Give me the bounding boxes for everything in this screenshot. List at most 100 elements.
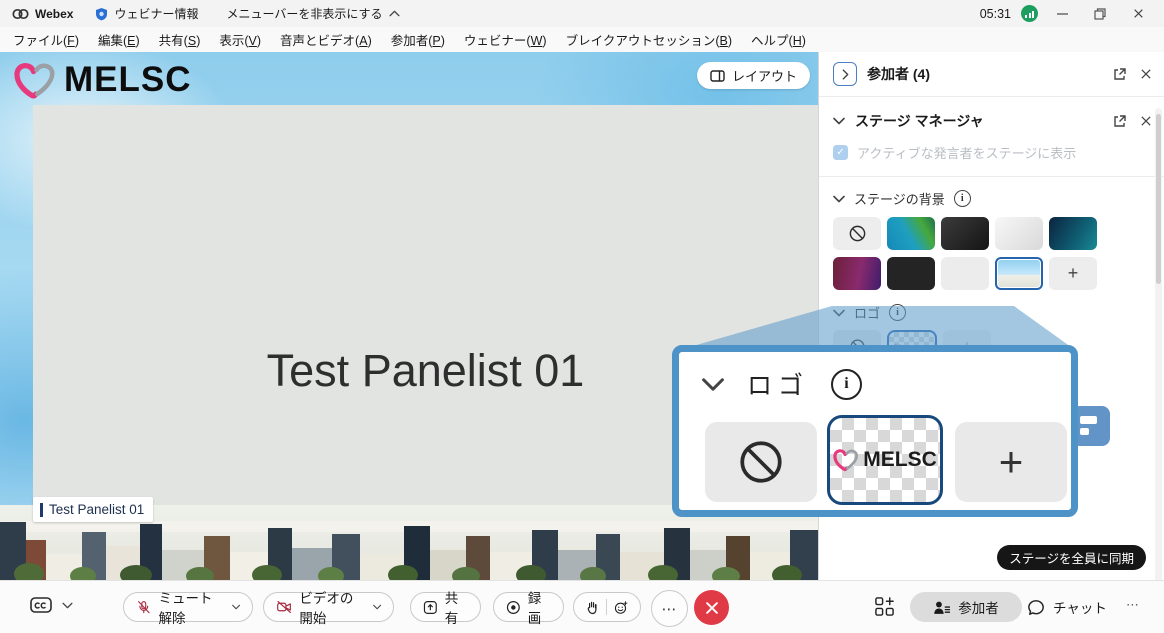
- chat-bubble-icon: [1027, 599, 1045, 616]
- camera-off-icon: [276, 598, 292, 616]
- brand-wordmark: MELSC: [863, 448, 937, 472]
- collapse-panel-button[interactable]: [833, 62, 857, 86]
- logo-magnifier-callout: ロゴ i MELSC +: [672, 345, 1078, 517]
- callout-logo-title: ロゴ: [747, 366, 809, 402]
- brand-wordmark: MELSC: [64, 60, 192, 100]
- background-thumb-city-selected[interactable]: [995, 257, 1043, 290]
- menu-breakout[interactable]: ブレイクアウトセッション(B): [566, 30, 732, 49]
- closed-captions-icon: [30, 597, 52, 614]
- participants-toggle-button[interactable]: 参加者: [910, 592, 1022, 622]
- leave-meeting-button[interactable]: [694, 590, 729, 625]
- info-icon: i: [831, 369, 862, 400]
- background-thumb-navy-teal[interactable]: [1049, 217, 1097, 250]
- chevron-down-icon[interactable]: [833, 117, 845, 125]
- webinar-info-label: ウェビナー情報: [114, 5, 198, 22]
- captions-control[interactable]: [30, 597, 73, 614]
- restore-button[interactable]: [1086, 3, 1114, 25]
- chevron-down-icon: [373, 604, 381, 610]
- menu-view[interactable]: 表示(V): [219, 30, 261, 49]
- stage-background-header: ステージの背景 i: [819, 177, 1164, 208]
- close-stage-manager-icon[interactable]: [1140, 115, 1152, 127]
- popout-stage-manager-icon[interactable]: [1112, 114, 1126, 128]
- chevron-down-icon: [62, 602, 73, 609]
- melsc-heart-icon: [833, 448, 859, 472]
- menu-webinar[interactable]: ウェビナー(W): [464, 30, 547, 49]
- sync-stage-button[interactable]: ステージを全員に同期: [997, 545, 1146, 570]
- active-speaker-checkbox[interactable]: ✓: [833, 145, 848, 160]
- menu-file[interactable]: ファイル(F): [13, 30, 79, 49]
- webinar-info-icon: [95, 7, 108, 21]
- stage-background-title: ステージの背景: [854, 189, 945, 208]
- share-label: 共有: [445, 587, 468, 627]
- sync-stage-label: ステージを全員に同期: [1009, 548, 1134, 567]
- webinar-info-button[interactable]: ウェビナー情報: [95, 5, 198, 22]
- apps-button[interactable]: [874, 596, 895, 617]
- none-icon: [736, 437, 786, 487]
- background-none-thumb[interactable]: [833, 217, 881, 250]
- webex-logo: Webex: [12, 7, 73, 21]
- scrollbar-thumb[interactable]: [1156, 114, 1161, 284]
- more-icon: ⋯: [662, 600, 678, 618]
- background-thumb-dark[interactable]: [941, 217, 989, 250]
- callout-logo-melsc-tile-selected: MELSC: [827, 415, 943, 505]
- background-thumbnails: +: [819, 208, 1147, 290]
- start-video-button[interactable]: ビデオの開始: [263, 592, 394, 622]
- hide-menubar-label: メニューバーを非表示にする: [226, 5, 382, 22]
- connection-quality-icon[interactable]: [1021, 5, 1038, 22]
- close-panel-icon[interactable]: [1140, 68, 1152, 80]
- control-toolbar: ミュート解除 ビデオの開始 共有 録画: [0, 580, 1164, 633]
- microphone-muted-icon: [136, 598, 152, 617]
- stage-manager-title: ステージ マネージャ: [855, 111, 984, 131]
- share-screen-icon: [423, 599, 438, 616]
- none-icon: [848, 224, 867, 243]
- chat-button[interactable]: チャット: [1015, 592, 1119, 622]
- unmute-button[interactable]: ミュート解除: [123, 592, 253, 622]
- start-video-label: ビデオの開始: [299, 587, 365, 627]
- speaking-indicator: [40, 503, 43, 517]
- background-thumb-black[interactable]: [887, 257, 935, 290]
- chevron-down-icon[interactable]: [833, 195, 845, 203]
- reactions-control: [573, 592, 641, 622]
- menu-share[interactable]: 共有(S): [159, 30, 201, 49]
- participants-toggle-label: 参加者: [958, 597, 999, 617]
- callout-add-logo-tile: +: [955, 422, 1067, 502]
- more-panels-button[interactable]: ⋯: [1126, 597, 1140, 613]
- record-label: 録画: [528, 587, 551, 627]
- reactions-emoji-icon[interactable]: [614, 599, 628, 616]
- background-thumb-light[interactable]: [995, 217, 1043, 250]
- more-options-button[interactable]: ⋯: [651, 590, 688, 627]
- app-name: Webex: [35, 7, 73, 21]
- info-icon[interactable]: i: [954, 190, 971, 207]
- stage-manager-header: ステージ マネージャ: [819, 97, 1164, 131]
- popout-panel-icon[interactable]: [1112, 67, 1126, 81]
- meeting-timer: 05:31: [980, 7, 1011, 21]
- leave-x-icon: [705, 601, 719, 615]
- panel-scrollbar[interactable]: [1155, 108, 1162, 623]
- background-thumb-gray[interactable]: [941, 257, 989, 290]
- background-thumb-maroon-purple[interactable]: [833, 257, 881, 290]
- raise-hand-icon[interactable]: [586, 599, 599, 616]
- participants-panel-header: 参加者 (4): [819, 52, 1164, 97]
- webex-logo-icon: [12, 8, 29, 20]
- window-titlebar: Webex ウェビナー情報 メニューバーを非表示にする 05:31: [0, 0, 1164, 27]
- add-background-button[interactable]: +: [1049, 257, 1097, 290]
- background-thumb-teal-green[interactable]: [887, 217, 935, 250]
- unmute-label: ミュート解除: [159, 587, 225, 627]
- participants-panel-title: 参加者 (4): [867, 64, 930, 84]
- record-button[interactable]: 録画: [493, 592, 564, 622]
- menu-audio-video[interactable]: 音声とビデオ(A): [280, 30, 372, 49]
- chevron-down-icon: [701, 377, 725, 392]
- menu-edit[interactable]: 編集(E): [98, 30, 140, 49]
- active-speaker-name-tag: Test Panelist 01: [33, 497, 153, 522]
- chevron-down-icon: [232, 604, 240, 610]
- hide-menubar-button[interactable]: メニューバーを非表示にする: [226, 5, 399, 22]
- close-window-button[interactable]: [1124, 3, 1152, 25]
- menu-participants[interactable]: 参加者(P): [391, 30, 445, 49]
- menu-help[interactable]: ヘルプ(H): [751, 30, 806, 49]
- melsc-heart-icon: [14, 61, 56, 100]
- menubar: ファイル(F) 編集(E) 共有(S) 表示(V) 音声とビデオ(A) 参加者(…: [0, 27, 1164, 52]
- minimize-button[interactable]: [1048, 3, 1076, 25]
- name-tag-label: Test Panelist 01: [49, 502, 144, 517]
- share-button[interactable]: 共有: [410, 592, 481, 622]
- layout-button[interactable]: レイアウト: [697, 62, 810, 89]
